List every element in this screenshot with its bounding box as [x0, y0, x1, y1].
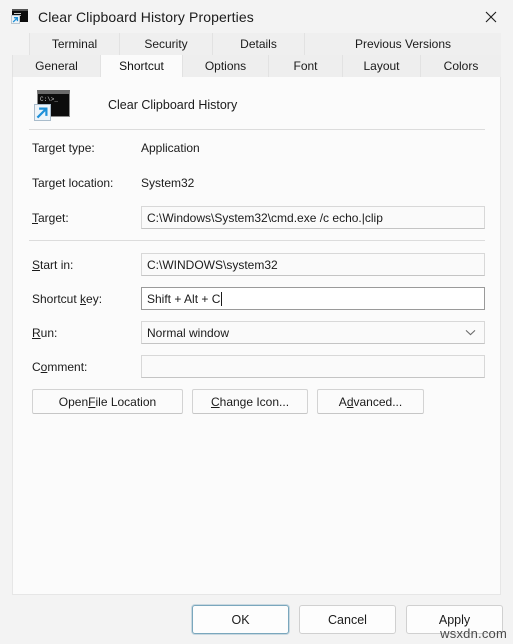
shortcut-key-input-value: Shift + Alt + C [147, 291, 221, 306]
open-file-location-pre: Open [58, 394, 89, 409]
tab-terminal-label: Terminal [51, 37, 98, 51]
shortcut-key-label: Shortcut key: [26, 292, 141, 306]
run-dropdown[interactable]: Normal window [141, 321, 485, 344]
row-start-in: Start in: C:\WINDOWS\system32 [26, 253, 487, 276]
advanced-post: vanced... [353, 394, 403, 409]
tab-row-primary: General Shortcut Options Font Layout Col… [12, 55, 501, 77]
start-in-label-accel: S [32, 257, 41, 272]
dialog-footer: OK Cancel Apply wsxdn.com [0, 595, 513, 644]
row-run: Run: Normal window [26, 321, 487, 344]
row-comment: Comment: [26, 355, 487, 378]
tab-layout-label: Layout [363, 59, 400, 73]
tab-font-label: Font [293, 59, 318, 73]
row-target: Target: C:\Windows\System32\cmd.exe /c e… [26, 206, 487, 229]
target-input-value: C:\Windows\System32\cmd.exe /c echo.|cli… [147, 210, 383, 225]
target-label-rest: arget: [38, 210, 69, 225]
advanced-button[interactable]: Ad vanced... [317, 389, 424, 414]
start-in-label: Start in: [26, 258, 141, 272]
start-in-input-value: C:\WINDOWS\system32 [147, 257, 278, 272]
close-button[interactable] [468, 0, 513, 33]
tab-shortcut-label: Shortcut [119, 59, 164, 73]
comment-label-rest: mment: [47, 359, 88, 374]
comment-label: Comment: [26, 360, 141, 374]
cmd-icon-text: C:\>_ [40, 96, 59, 103]
change-icon-button[interactable]: Change Icon... [192, 389, 308, 414]
change-icon-accel: C [210, 394, 220, 409]
start-in-input[interactable]: C:\WINDOWS\system32 [141, 253, 485, 276]
title-bar: Clear Clipboard History Properties [0, 0, 513, 33]
change-icon-post: hange Icon... [219, 394, 290, 409]
tab-previous-versions[interactable]: Previous Versions [304, 33, 501, 55]
run-label-rest: un: [40, 325, 58, 340]
target-type-value: Application [141, 140, 200, 155]
target-location-value: System32 [141, 175, 195, 190]
tab-colors[interactable]: Colors [420, 55, 501, 77]
tab-details[interactable]: Details [212, 33, 304, 55]
chevron-down-icon [465, 329, 476, 336]
cancel-button[interactable]: Cancel [299, 605, 396, 634]
tab-row1-spacer [12, 33, 29, 55]
tab-options-label: Options [204, 59, 247, 73]
comment-input[interactable] [141, 355, 485, 378]
open-file-location-button[interactable]: Open File Location [32, 389, 183, 414]
tab-options[interactable]: Options [182, 55, 268, 77]
shortcut-key-label-pre: Shortcut [32, 291, 81, 306]
shortcut-key-label-rest: ey: [86, 291, 103, 306]
close-icon [485, 11, 496, 22]
text-caret [221, 291, 223, 306]
tab-previous-versions-label: Previous Versions [354, 37, 452, 51]
tab-font[interactable]: Font [268, 55, 342, 77]
shortcut-arrow-icon [11, 15, 20, 24]
run-dropdown-value: Normal window [147, 325, 230, 340]
tab-terminal[interactable]: Terminal [29, 33, 119, 55]
shortcut-form: Target type: Application Target location… [26, 130, 487, 414]
target-type-label: Target type: [32, 140, 95, 155]
advanced-pre: A [338, 394, 347, 409]
shortcut-key-input[interactable]: Shift + Alt + C [141, 287, 485, 310]
tab-security-label: Security [144, 37, 188, 51]
tab-layout[interactable]: Layout [342, 55, 420, 77]
start-in-label-rest: tart in: [40, 257, 74, 272]
shortcut-tab-panel: C:\>_ Clear Clipboard History Target typ… [12, 77, 501, 595]
app-header: C:\>_ Clear Clipboard History [26, 77, 487, 129]
ok-button[interactable]: OK [192, 605, 289, 634]
comment-label-pre: C [32, 359, 41, 374]
apply-button[interactable]: Apply [406, 605, 503, 634]
tab-strip: Terminal Security Details Previous Versi… [0, 33, 513, 77]
divider-middle [29, 240, 485, 241]
shortcut-cmd-icon-large: C:\>_ [34, 89, 70, 121]
tab-shortcut[interactable]: Shortcut [100, 55, 182, 77]
row-target-location: Target location: System32 [26, 171, 487, 194]
open-file-location-accel: F [88, 394, 96, 409]
tab-row-secondary: Terminal Security Details Previous Versi… [12, 33, 501, 55]
tab-colors-label: Colors [443, 59, 479, 73]
tab-general[interactable]: General [12, 55, 100, 77]
row-target-type: Target type: Application [26, 136, 487, 159]
advanced-accel: d [346, 394, 354, 409]
app-name: Clear Clipboard History [108, 98, 238, 112]
row-shortcut-key: Shortcut key: Shift + Alt + C [26, 287, 487, 310]
shortcut-cmd-icon [11, 9, 28, 24]
action-buttons: Open File Location Change Icon... Ad vanc… [26, 389, 487, 414]
shortcut-arrow-icon-large [34, 104, 51, 121]
window-title: Clear Clipboard History Properties [38, 8, 254, 25]
properties-dialog: Clear Clipboard History Properties Termi… [0, 0, 513, 644]
tab-details-label: Details [240, 37, 277, 51]
target-label: Target: [26, 211, 141, 225]
tab-security[interactable]: Security [119, 33, 212, 55]
open-file-location-post: ile Location [95, 394, 157, 409]
target-input[interactable]: C:\Windows\System32\cmd.exe /c echo.|cli… [141, 206, 485, 229]
tab-general-label: General [35, 59, 78, 73]
run-label-accel: R [32, 325, 41, 340]
target-location-label: Target location: [32, 175, 114, 190]
run-label: Run: [26, 326, 141, 340]
